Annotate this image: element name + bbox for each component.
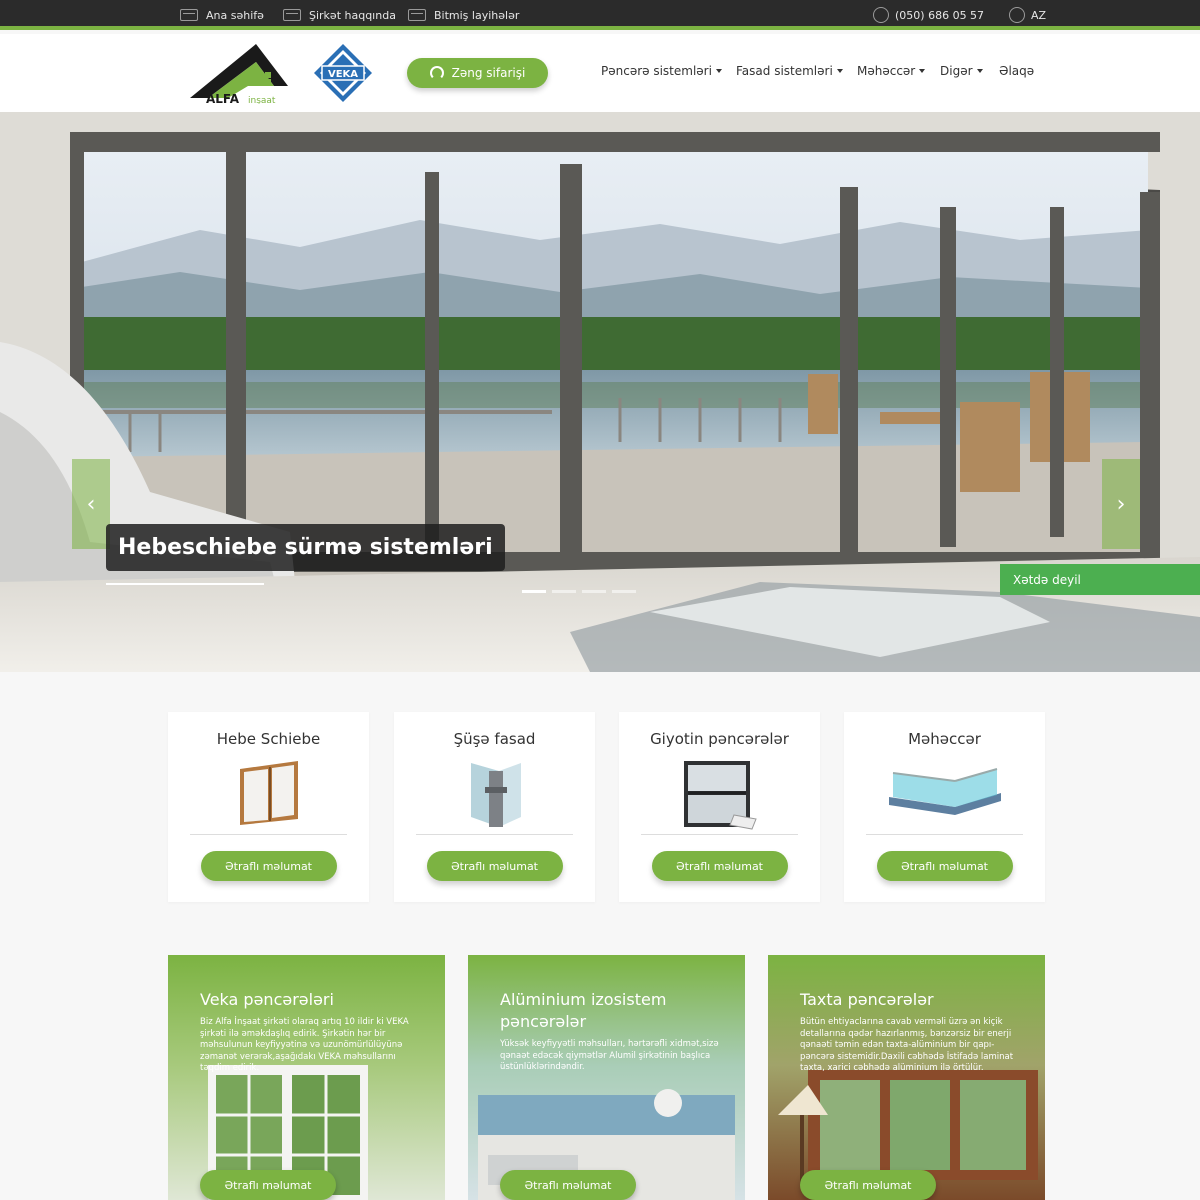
home-card-icon — [180, 9, 198, 21]
svg-text:VEKA: VEKA — [328, 69, 358, 80]
hero-caption-underline — [106, 583, 264, 585]
language-label: AZ — [1031, 8, 1047, 22]
nav-item-window-systems[interactable]: Pəncərə sistemləri — [601, 64, 722, 78]
headset-icon — [429, 66, 444, 80]
caret-down-icon — [715, 69, 722, 73]
product-title: Hebe Schiebe — [216, 730, 321, 748]
nav-label: Digər — [940, 64, 973, 78]
nav-item-contact[interactable]: Əlaqə — [999, 64, 1034, 78]
site-header: ALFA inşaat VEKA Zəng sifarişi Pəncərə s… — [0, 34, 1200, 112]
nav-label: Fasad sistemləri — [736, 64, 833, 78]
about-link-label: Şirkət haqqında — [309, 8, 396, 22]
slider-next-button[interactable]: › — [1102, 459, 1140, 549]
call-order-label: Zəng sifarişi — [451, 66, 526, 80]
card-divider — [866, 834, 1023, 835]
more-info-button[interactable]: Ətraflı məlumat — [500, 1170, 636, 1200]
feature-description: Bütün ehtiyaclarına cavab verməli üzrə ə… — [800, 1017, 1014, 1073]
product-title: Məhəccər — [908, 730, 981, 748]
more-info-button[interactable]: Ətraflı məlumat — [200, 851, 337, 881]
sliding-door-image — [239, 761, 298, 825]
slider-dot[interactable] — [522, 590, 546, 593]
headset-icon — [873, 7, 889, 23]
more-info-button[interactable]: Ətraflı məlumat — [200, 1170, 336, 1200]
slider-dots — [522, 590, 636, 593]
feature-description: Yüksək keyfiyyətli məhsulları, hərtərəfl… — [500, 1039, 719, 1072]
chevron-left-icon: ‹ — [86, 491, 96, 517]
caret-down-icon — [836, 69, 843, 73]
chevron-right-icon: › — [1116, 491, 1126, 517]
glass-facade-profile-image — [470, 763, 521, 827]
feature-card-wooden: Taxta pəncərələr Bütün ehtiyaclarına cav… — [768, 955, 1045, 1200]
nav-item-railings[interactable]: Məhəccər — [857, 64, 926, 78]
nav-item-other[interactable]: Digər — [940, 64, 983, 78]
nav-label: Əlaqə — [999, 64, 1035, 78]
veka-logo[interactable]: VEKA — [312, 42, 374, 104]
feature-title: Veka pəncərələri — [200, 990, 334, 1009]
product-title: Giyotin pəncərələr — [650, 730, 789, 748]
feature-description: Biz Alfa İnşaat şirkəti olaraq artıq 10 … — [200, 1017, 409, 1073]
caret-down-icon — [919, 69, 926, 73]
top-bar: Ana səhifə Şirkət haqqında Bitmiş layihə… — [0, 0, 1200, 30]
more-info-button[interactable]: Ətraflı məlumat — [800, 1170, 936, 1200]
card-divider — [416, 834, 573, 835]
about-link[interactable]: Şirkət haqqında — [283, 0, 396, 30]
guillotine-window-image — [683, 761, 757, 830]
globe-icon — [1009, 7, 1025, 23]
nav-item-facade-systems[interactable]: Fasad sistemləri — [736, 64, 843, 78]
slider-dot[interactable] — [582, 590, 606, 593]
phone-number: (050) 686 05 57 — [895, 8, 985, 22]
envelope-icon — [283, 9, 301, 21]
slider-prev-button[interactable]: ‹ — [72, 459, 110, 549]
more-info-button[interactable]: Ətraflı məlumat — [876, 851, 1013, 881]
svg-text:inşaat: inşaat — [248, 96, 276, 104]
home-link[interactable]: Ana səhifə — [180, 0, 264, 30]
nav-label: Pəncərə sistemləri — [601, 64, 712, 78]
slider-dot[interactable] — [552, 590, 576, 593]
document-icon — [408, 9, 426, 21]
card-divider — [641, 834, 798, 835]
more-info-button[interactable]: Ətraflı məlumat — [651, 851, 788, 881]
product-card-hebe-schiebe: Hebe Schiebe Ətraflı məlumat — [168, 712, 369, 902]
projects-link-label: Bitmiş layihələr — [434, 8, 520, 22]
language-switch[interactable]: AZ — [1009, 0, 1046, 30]
product-card-guillotine-windows: Giyotin pəncərələr Ətraflı məlumat — [619, 712, 820, 902]
hero-caption: Hebeschiebe sürmə sistemləri — [106, 524, 505, 571]
chat-status-badge[interactable]: Xətdə deyil — [1000, 564, 1200, 595]
slider-dot[interactable] — [612, 590, 636, 593]
product-title: Şüşə fasad — [453, 730, 536, 748]
glass-railing-image — [888, 768, 1001, 815]
home-link-label: Ana səhifə — [206, 8, 264, 22]
projects-link[interactable]: Bitmiş layihələr — [408, 0, 519, 30]
phone-link[interactable]: (050) 686 05 57 — [873, 0, 984, 30]
feature-title: Taxta pəncərələr — [800, 990, 934, 1009]
feature-card-aluminium: Alüminium izosistem pəncərələr Yüksək ke… — [468, 955, 745, 1200]
card-divider — [190, 834, 347, 835]
product-card-glass-facade: Şüşə fasad Ətraflı məlumat — [394, 712, 595, 902]
more-info-button[interactable]: Ətraflı məlumat — [426, 851, 563, 881]
feature-card-veka: Veka pəncərələri Biz Alfa İnşaat şirkəti… — [168, 955, 445, 1200]
feature-title: Alüminium izosistem pəncərələr — [500, 990, 667, 1031]
call-order-button[interactable]: Zəng sifarişi — [407, 58, 548, 88]
nav-label: Məhəccər — [857, 64, 916, 78]
product-card-railings: Məhəccər Ətraflı məlumat — [844, 712, 1045, 902]
caret-down-icon — [976, 69, 983, 73]
alfa-insaat-logo[interactable]: ALFA inşaat — [188, 42, 292, 104]
svg-text:ALFA: ALFA — [206, 92, 240, 104]
